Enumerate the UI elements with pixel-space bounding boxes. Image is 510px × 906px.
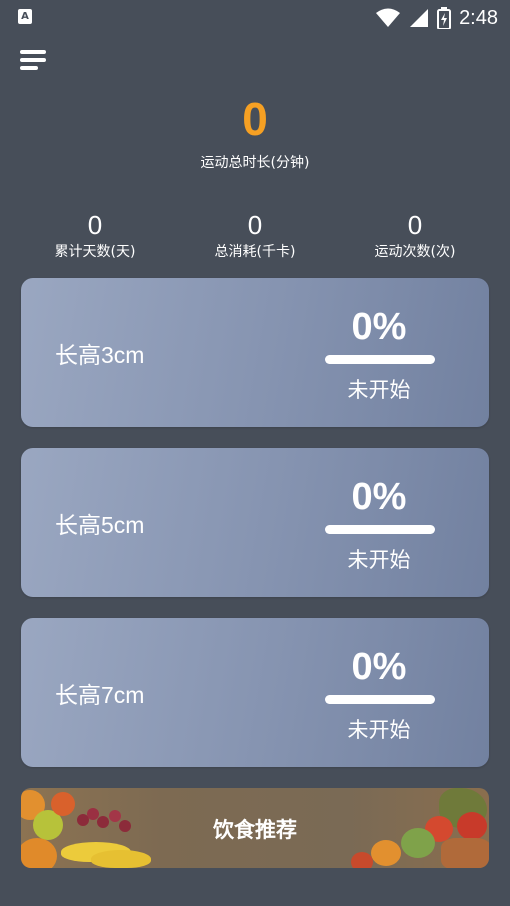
total-minutes-label: 运动总时长(分钟): [200, 155, 310, 171]
plan-percent: 0%: [351, 306, 407, 348]
plan-progress-bar: [325, 355, 435, 364]
diet-recommendation-label: 饮食推荐: [213, 818, 297, 842]
wifi-icon: [376, 8, 401, 27]
stat-calories-value: 0: [247, 210, 263, 240]
status-icons: 2:48: [375, 5, 498, 31]
signal-icon: [410, 9, 429, 27]
plan-title: 长高7cm: [55, 682, 145, 708]
plan-title: 长高3cm: [55, 342, 145, 368]
plan-progress-bar: [325, 695, 435, 704]
stat-sessions-value: 0: [407, 210, 423, 240]
plan-status: 未开始: [347, 718, 411, 742]
stat-days-value: 0: [87, 210, 103, 240]
stat-calories-label: 总消耗(千卡): [214, 244, 296, 260]
stat-sessions-label: 运动次数(次): [374, 244, 456, 260]
menu-icon[interactable]: [20, 48, 46, 72]
plan-status: 未开始: [347, 548, 411, 572]
plan-status: 未开始: [347, 378, 411, 402]
plan-percent: 0%: [351, 646, 407, 688]
stat-days: 0 累计天数(天): [20, 208, 170, 262]
status-bar: A 2:48: [0, 0, 510, 36]
plan-card[interactable]: 长高5cm 0% 未开始: [21, 448, 489, 597]
status-time: 2:48: [459, 6, 498, 29]
diet-recommendation-banner[interactable]: 饮食推荐: [21, 788, 489, 868]
stat-sessions: 0 运动次数(次): [340, 208, 490, 262]
plan-card[interactable]: 长高3cm 0% 未开始: [21, 278, 489, 427]
plan-progress-bar: [325, 525, 435, 534]
stat-days-label: 累计天数(天): [54, 244, 136, 260]
plan-card[interactable]: 长高7cm 0% 未开始: [21, 618, 489, 767]
plan-percent: 0%: [351, 476, 407, 518]
battery-icon: [437, 7, 452, 29]
plan-title: 长高5cm: [55, 512, 145, 538]
total-minutes-value: 0: [242, 93, 268, 145]
stat-calories: 0 总消耗(千卡): [180, 208, 330, 262]
app-notification-icon: A: [18, 9, 32, 24]
